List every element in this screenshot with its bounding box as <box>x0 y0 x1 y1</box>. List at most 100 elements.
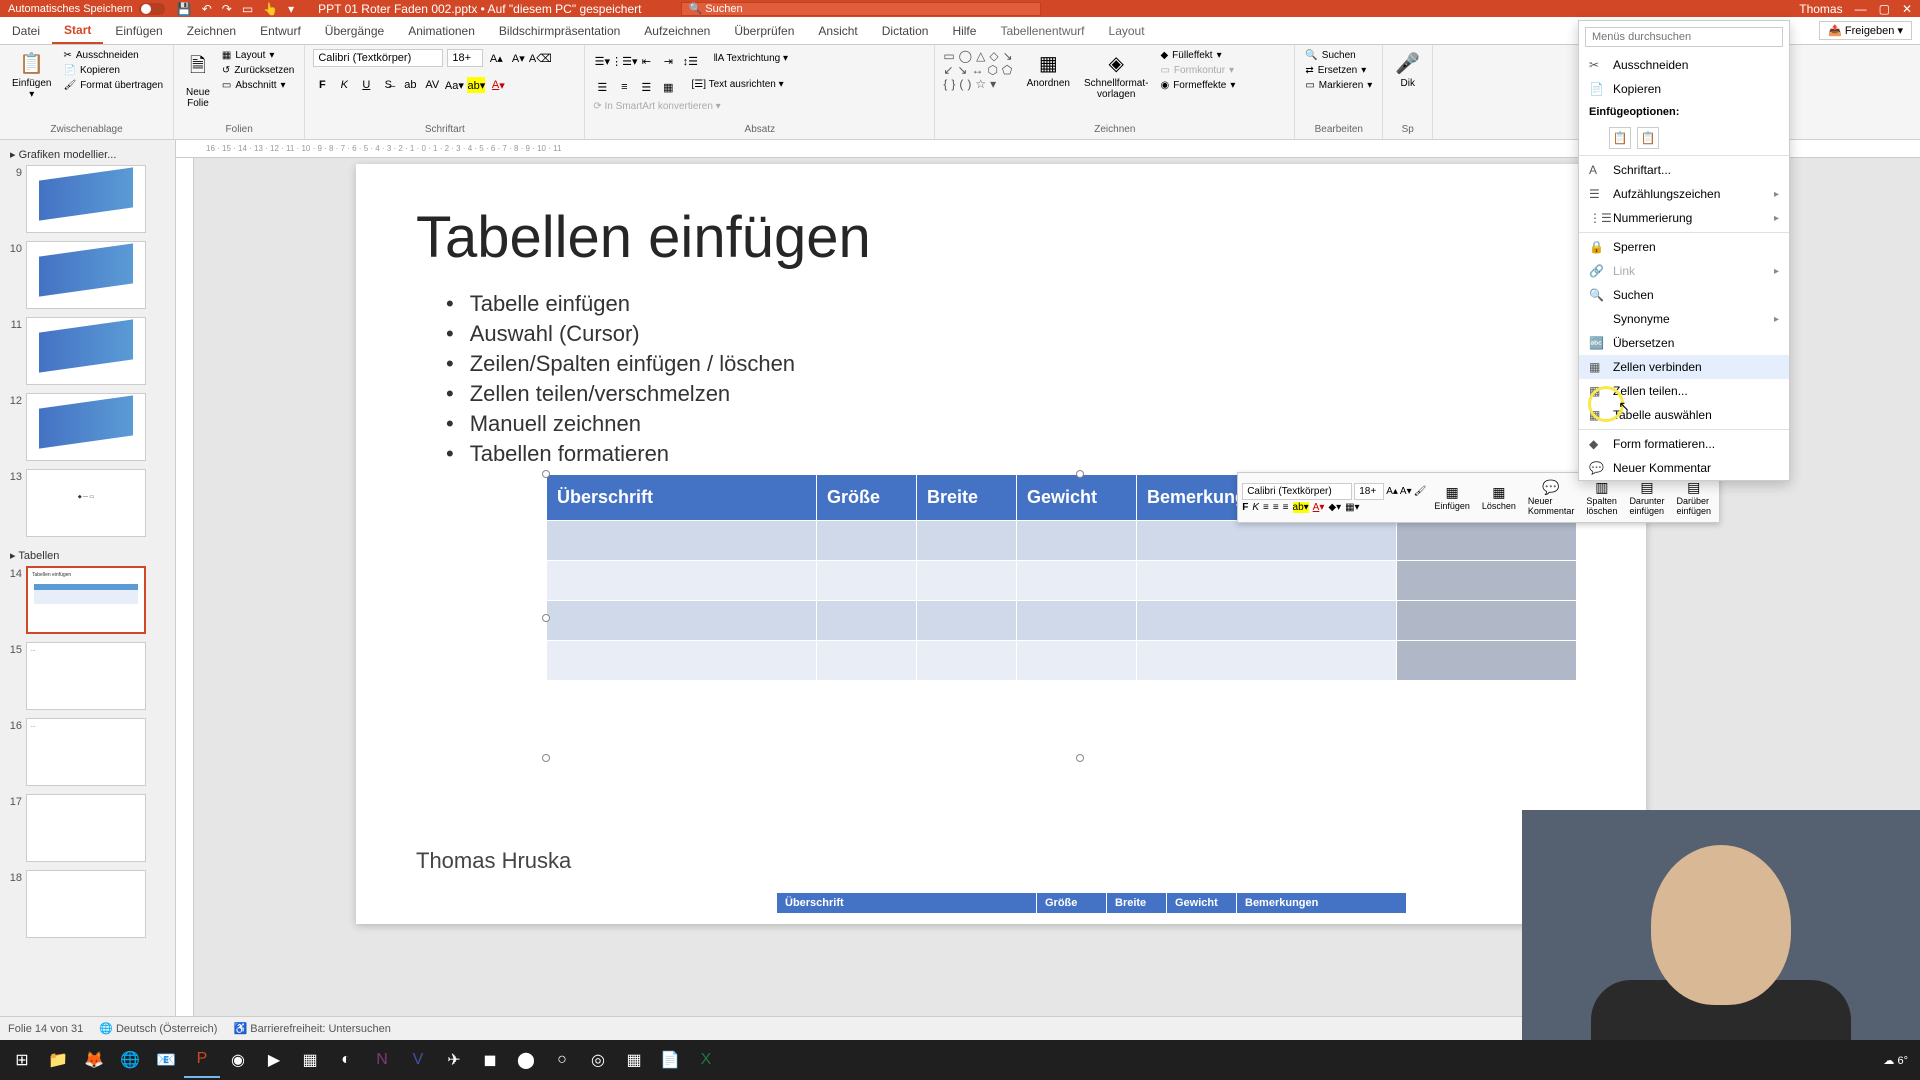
new-slide-button[interactable]: 🗎Neue Folie <box>182 49 214 111</box>
mt-italic[interactable]: K <box>1252 502 1259 513</box>
explorer-icon[interactable]: 📁 <box>40 1042 76 1078</box>
filename[interactable]: PPT 01 Roter Faden 002.pptx • Auf "diese… <box>318 2 641 16</box>
ctx-new-comment[interactable]: 💬Neuer Kommentar <box>1579 456 1789 480</box>
section-header[interactable]: ▸ Tabellen <box>4 545 171 566</box>
vlc-icon[interactable]: ▶ <box>256 1042 292 1078</box>
thumb-15[interactable]: ... <box>26 642 146 710</box>
shadow-button[interactable]: ab <box>401 77 419 93</box>
ctx-select-table[interactable]: ▦Tabelle auswählen <box>1579 403 1789 427</box>
app-icon[interactable]: ◐ <box>328 1042 364 1078</box>
reset-button[interactable]: ↺ Zurücksetzen <box>220 64 296 77</box>
close-icon[interactable]: ✕ <box>1902 2 1912 16</box>
ctx-merge-cells[interactable]: ▦Zellen verbinden <box>1579 355 1789 379</box>
thumb-17[interactable] <box>26 794 146 862</box>
tab-hilfe[interactable]: Hilfe <box>940 17 988 44</box>
th[interactable]: Überschrift <box>547 475 817 521</box>
td[interactable] <box>817 641 917 681</box>
cut-button[interactable]: ✂ Ausschneiden <box>61 49 165 62</box>
font-color-button[interactable]: A▾ <box>489 77 507 93</box>
autosave-toggle[interactable]: Automatisches Speichern <box>8 3 165 15</box>
tab-dictation[interactable]: Dictation <box>870 17 941 44</box>
thumb-13[interactable]: ◆ — ▭ <box>26 469 146 537</box>
selection-handle[interactable] <box>1076 754 1084 762</box>
touch-icon[interactable]: 👆 <box>263 2 278 16</box>
td[interactable] <box>1137 641 1397 681</box>
td-selected[interactable] <box>1397 561 1577 601</box>
thumb-12[interactable] <box>26 393 146 461</box>
app-icon[interactable]: 📄 <box>652 1042 688 1078</box>
bullets-icon[interactable]: ☰▾ <box>593 53 611 69</box>
effects-button[interactable]: ◉ Formeffekte ▾ <box>1158 79 1237 92</box>
thumb-16[interactable]: ... <box>26 718 146 786</box>
td[interactable] <box>1017 601 1137 641</box>
slide-title[interactable]: Tabellen einfügen <box>416 204 1586 271</box>
section-header[interactable]: ▸ Grafiken modellier... <box>4 144 171 165</box>
telegram-icon[interactable]: ✈ <box>436 1042 472 1078</box>
tab-uebergaenge[interactable]: Übergänge <box>313 17 396 44</box>
clear-format-icon[interactable]: A⌫ <box>531 50 549 66</box>
format-painter-button[interactable]: 🖌 Format übertragen <box>61 79 165 92</box>
td[interactable] <box>1017 641 1137 681</box>
slide[interactable]: Tabellen einfügen Tabelle einfügen Auswa… <box>356 164 1646 924</box>
accessibility-button[interactable]: ♿ Barrierefreiheit: Untersuchen <box>233 1022 390 1035</box>
td[interactable] <box>1017 521 1137 561</box>
td[interactable] <box>1137 521 1397 561</box>
ctx-lock[interactable]: 🔒Sperren <box>1579 235 1789 259</box>
mt-insert-button[interactable]: ▦Einfügen <box>1430 482 1474 513</box>
thumb-10[interactable] <box>26 241 146 309</box>
thumb-11[interactable] <box>26 317 146 385</box>
tab-aufzeichnen[interactable]: Aufzeichnen <box>632 17 722 44</box>
obs-icon[interactable]: ⬤ <box>508 1042 544 1078</box>
tab-ueberpruefen[interactable]: Überprüfen <box>722 17 806 44</box>
start-icon[interactable]: ▭ <box>242 2 253 16</box>
td[interactable] <box>917 521 1017 561</box>
mt-comment-button[interactable]: 💬Neuer Kommentar <box>1524 477 1579 518</box>
td-selected[interactable] <box>1397 521 1577 561</box>
excel-icon[interactable]: X <box>688 1042 724 1078</box>
td[interactable] <box>1017 561 1137 601</box>
tab-start[interactable]: Start <box>52 17 103 44</box>
td[interactable] <box>547 521 817 561</box>
grow-font-icon[interactable]: A▴ <box>487 50 505 66</box>
bullet-item[interactable]: Manuell zeichnen <box>446 411 1586 437</box>
redo-icon[interactable]: ↷ <box>222 2 232 16</box>
onenote-icon[interactable]: N <box>364 1042 400 1078</box>
mt-bold[interactable]: F <box>1242 502 1248 513</box>
select-button[interactable]: ▭ Markieren ▾ <box>1303 79 1374 92</box>
minimize-icon[interactable]: — <box>1855 2 1867 16</box>
fill-button[interactable]: ◆ Fülleffekt ▾ <box>1158 49 1237 62</box>
ctx-synonyms[interactable]: Synonyme▸ <box>1579 307 1789 331</box>
username[interactable]: Thomas <box>1799 2 1842 16</box>
mt-border[interactable]: ▦▾ <box>1345 502 1359 513</box>
mt-font-select[interactable]: Calibri (Textkörper) <box>1242 483 1352 500</box>
ctx-translate[interactable]: 🔤Übersetzen <box>1579 331 1789 355</box>
td[interactable] <box>1137 561 1397 601</box>
numbering-icon[interactable]: ⋮☰▾ <box>615 53 633 69</box>
strikethrough-button[interactable]: S̶ <box>379 77 397 93</box>
td[interactable] <box>1137 601 1397 641</box>
thumb-9[interactable] <box>26 165 146 233</box>
thumb-14[interactable]: Tabellen einfügen <box>26 566 146 634</box>
mt-align2[interactable]: ≡ <box>1273 502 1279 513</box>
chrome-icon[interactable]: 🌐 <box>112 1042 148 1078</box>
mt-size-select[interactable]: 18+ <box>1354 483 1384 500</box>
find-button[interactable]: 🔍 Suchen <box>1303 49 1374 62</box>
weather-widget[interactable]: ☁ 6° <box>1883 1054 1908 1067</box>
shapes-gallery[interactable]: ▭◯△◇↘↙↘↔⬡⬠{}()☆▾ <box>943 49 1016 91</box>
th[interactable]: Gewicht <box>1017 475 1137 521</box>
visio-icon[interactable]: V <box>400 1042 436 1078</box>
td[interactable] <box>917 641 1017 681</box>
align-right-icon[interactable]: ☰ <box>637 79 655 95</box>
bullet-item[interactable]: Tabellen formatieren <box>446 441 1586 467</box>
td-selected[interactable] <box>1397 601 1577 641</box>
ctx-copy[interactable]: 📄Kopieren <box>1579 77 1789 101</box>
shrink-font-icon[interactable]: A▾ <box>509 50 527 66</box>
bullet-item[interactable]: Zeilen/Spalten einfügen / löschen <box>446 351 1586 377</box>
app-icon[interactable]: ▦ <box>616 1042 652 1078</box>
spacing-button[interactable]: AV <box>423 77 441 93</box>
share-button[interactable]: 📤 Freigeben ▾ <box>1819 21 1912 40</box>
save-icon[interactable]: 💾 <box>177 2 192 16</box>
th[interactable]: Breite <box>917 475 1017 521</box>
powerpoint-icon[interactable]: P <box>184 1042 220 1078</box>
bullet-list[interactable]: Tabelle einfügen Auswahl (Cursor) Zeilen… <box>446 291 1586 467</box>
